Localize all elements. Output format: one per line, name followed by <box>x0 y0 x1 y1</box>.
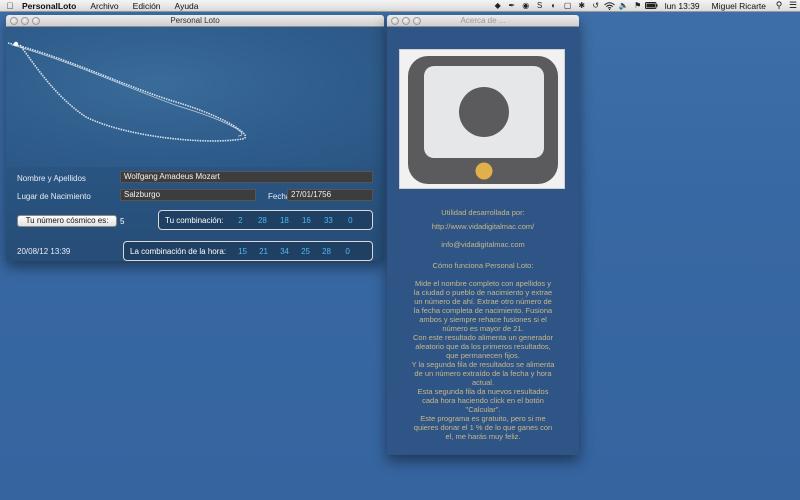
hour-combination-box: La combinación de la hora: 15 21 34 25 2… <box>123 241 373 261</box>
description-line: un número de ahí. Extrae otro número de <box>414 297 552 306</box>
website-link[interactable]: http://www.vidadigitalmac.com/ <box>395 222 571 231</box>
description-line: Y la segunda fila de resultados se alime… <box>411 360 555 369</box>
description-line: quieres donar el 1 % de lo que ganes con <box>413 423 553 432</box>
birthplace-label: Lugar de Nacimiento <box>17 192 91 201</box>
hour-combination-number: 25 <box>301 246 311 256</box>
display-icon[interactable]: ▢ <box>561 0 575 12</box>
volume-icon[interactable]: 🔈 <box>617 0 631 12</box>
birthplace-field[interactable]: Salzburgo <box>120 189 256 201</box>
cosmic-number-button[interactable]: Tu número cósmico es: <box>17 215 117 227</box>
description-line: "Calcular". <box>465 405 501 414</box>
skype-icon[interactable]: S <box>533 0 547 12</box>
description-line: Mide el nombre completo con apellidos y <box>415 279 551 288</box>
email-link[interactable]: info@vidadigitalmac.com <box>395 240 571 249</box>
about-close-button[interactable] <box>391 17 399 25</box>
hour-combination-number: 0 <box>345 246 350 256</box>
eye-icon[interactable]: ◉ <box>519 0 533 12</box>
menu-app-name[interactable]: PersonalLoto <box>20 0 83 12</box>
name-field[interactable]: Wolfgang Amadeus Mozart <box>120 171 373 183</box>
menubar-clock[interactable]: lun 13:39 <box>659 0 706 12</box>
combination-box: Tu combinación: 2 28 18 16 33 0 <box>158 210 373 230</box>
how-it-works-title: Cómo funciona Personal Loto: <box>432 261 534 270</box>
hour-combination-label: La combinación de la hora: <box>130 246 227 256</box>
personal-loto-window: Personal Loto Nombre y Apellidos Wolfgan… <box>6 15 384 261</box>
battery-icon[interactable] <box>645 0 659 12</box>
main-window-content: Nombre y Apellidos Wolfgang Amadeus Moza… <box>6 27 384 261</box>
app-icon <box>408 56 558 184</box>
timestamp-label: 20/08/12 13:39 <box>17 247 71 256</box>
description-line: cada hora haciendo click en el botón <box>422 396 544 405</box>
combination-number: 33 <box>323 215 333 225</box>
combination-number: 2 <box>238 215 243 225</box>
hour-combination-number: 15 <box>238 246 248 256</box>
notification-list-icon[interactable]: ☰ <box>786 0 800 11</box>
description-line: Este programa es gratuito, pero si me <box>420 414 546 423</box>
combination-number: 18 <box>279 215 289 225</box>
developed-by-text: Utilidad desarrollada por: <box>441 208 525 217</box>
about-minimize-button[interactable] <box>402 17 410 25</box>
description-line: aleatorio que da los primeros resultados… <box>415 342 551 351</box>
description-line: actual. <box>471 378 495 387</box>
description-line: Con este resultado alimenta un generador <box>412 333 554 342</box>
about-window: Acerca de ... Utilidad desarrollada por:… <box>387 15 579 455</box>
bluetooth-icon[interactable]: ✱ <box>575 0 589 12</box>
hour-combination-number: 28 <box>322 246 332 256</box>
main-window-titlebar[interactable]: Personal Loto <box>6 15 384 27</box>
hour-combination-number: 21 <box>259 246 269 256</box>
flag-icon[interactable]: ⚑ <box>631 0 645 12</box>
menu-ayuda[interactable]: Ayuda <box>168 0 206 12</box>
combination-number: 16 <box>301 215 311 225</box>
minimize-button[interactable] <box>21 17 29 25</box>
description-line: la fecha completa de nacimiento. Fusiona <box>413 306 553 315</box>
main-window-title: Personal Loto <box>170 16 220 25</box>
menubar-user[interactable]: Miguel Ricarte <box>706 0 772 12</box>
app-icon-frame <box>399 49 565 189</box>
menu-archivo[interactable]: Archivo <box>83 0 125 12</box>
apple-menu-icon[interactable]:  <box>0 1 20 11</box>
gauge-icon[interactable]: ◐ <box>547 0 561 12</box>
combination-label: Tu combinación: <box>165 215 224 225</box>
menu-edicion[interactable]: Edición <box>126 0 168 12</box>
hour-combination-number: 34 <box>280 246 290 256</box>
comet-orbit-image <box>6 27 384 167</box>
about-window-titlebar[interactable]: Acerca de ... <box>387 15 579 27</box>
pen-icon[interactable]: ✒ <box>505 0 519 12</box>
description-line: que permanecen fijos. <box>446 351 520 360</box>
description-text: Mide el nombre completo con apellidos y … <box>395 279 571 441</box>
combination-number: 0 <box>348 215 353 225</box>
menu-bar:  PersonalLoto Archivo Edición Ayuda ◆ ✒… <box>0 0 800 12</box>
combination-number: 28 <box>257 215 267 225</box>
description-line: la ciudad o pueblo de nacimiento y extra… <box>413 288 553 297</box>
name-label: Nombre y Apellidos <box>17 174 86 183</box>
about-zoom-button[interactable] <box>413 17 421 25</box>
description-line: número es mayor de 21. <box>442 324 524 333</box>
description-line: Esta segunda fila da nuevos resultados <box>417 387 549 396</box>
about-window-content: Utilidad desarrollada por: http://www.vi… <box>387 27 579 455</box>
spotlight-search-icon[interactable]: ⚲ <box>772 0 786 11</box>
birthdate-field[interactable]: 27/01/1756 <box>287 189 373 201</box>
description-line: el, me harás muy feliz. <box>445 432 521 441</box>
about-window-title: Acerca de ... <box>460 16 506 25</box>
description-line: ambos y siempre rehace fusiones si el <box>419 315 547 324</box>
time-machine-icon[interactable]: ↺ <box>589 0 603 12</box>
description-line: de un número extraído de la fecha y hora <box>414 369 552 378</box>
dropbox-icon[interactable]: ◆ <box>491 0 505 12</box>
wifi-icon[interactable] <box>603 0 617 12</box>
zoom-button[interactable] <box>32 17 40 25</box>
close-button[interactable] <box>10 17 18 25</box>
cosmic-number-value: 5 <box>120 217 125 226</box>
